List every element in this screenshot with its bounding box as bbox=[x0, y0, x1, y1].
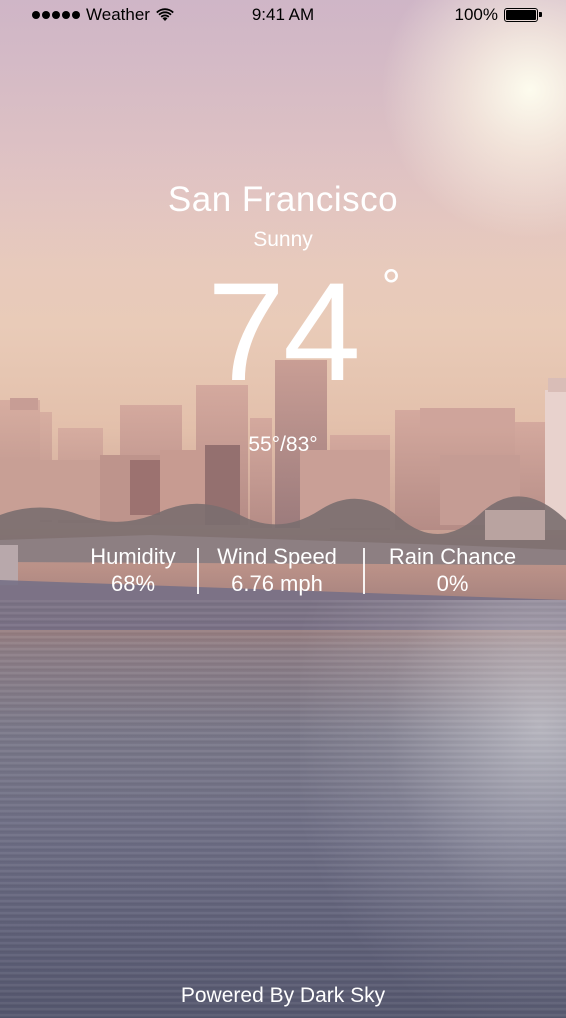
temperature-value: 74 bbox=[207, 253, 361, 410]
current-temperature: 74 ° bbox=[207, 262, 401, 402]
stat-value: 0% bbox=[436, 571, 469, 596]
temperature-block: 74 ° bbox=[0, 262, 566, 402]
stat-label: Rain Chance bbox=[388, 544, 517, 569]
battery-percent: 100% bbox=[454, 5, 498, 24]
stat-value: 68% bbox=[110, 571, 156, 596]
stat-rain-chance: Rain Chance 0% bbox=[375, 543, 530, 597]
stats-row: Humidity 68% Wind Speed 6.76 mph Rain Ch… bbox=[70, 543, 540, 597]
stat-divider bbox=[197, 548, 199, 594]
city-name: San Francisco bbox=[167, 180, 399, 219]
water-sheen bbox=[300, 600, 566, 1018]
status-right: 100% bbox=[454, 5, 542, 25]
stat-wind-speed: Wind Speed 6.76 mph bbox=[202, 543, 352, 597]
weather-screen: Weather 9:41 AM 100% San Francisco Sunny… bbox=[0, 0, 566, 1018]
stat-label: Humidity bbox=[90, 544, 176, 569]
status-bar: Weather 9:41 AM 100% bbox=[0, 0, 566, 30]
temperature-range: 55°/83° bbox=[248, 433, 318, 456]
dark-sky-attribution-link[interactable]: Powered By Dark Sky bbox=[0, 984, 566, 1008]
degree-symbol: ° bbox=[381, 261, 401, 314]
stat-value: 6.76 mph bbox=[231, 571, 323, 596]
stat-humidity: Humidity 68% bbox=[70, 543, 196, 597]
weather-condition: Sunny bbox=[253, 228, 313, 251]
stat-divider bbox=[363, 548, 365, 594]
stat-label: Wind Speed bbox=[217, 544, 337, 569]
battery-icon bbox=[504, 8, 542, 22]
